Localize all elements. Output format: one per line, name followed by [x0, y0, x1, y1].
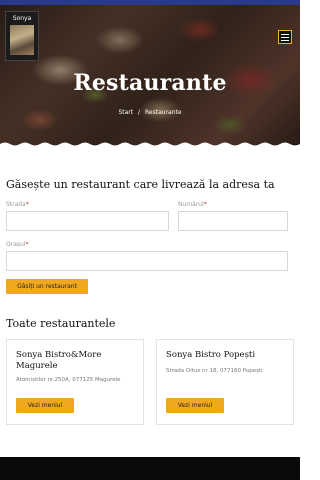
street-input[interactable] — [6, 211, 169, 231]
number-input[interactable] — [178, 211, 288, 231]
logo-text: Sonya — [12, 15, 32, 22]
city-label: Orașul* — [6, 241, 28, 248]
street-label: Strada* — [6, 201, 29, 208]
page-title: Restaurante — [73, 70, 227, 96]
hamburger-icon-line — [281, 36, 289, 38]
restaurant-name: Sonya Bistro&More Magurele — [16, 350, 102, 371]
view-menu-button[interactable]: Vezi meniul — [166, 398, 224, 413]
required-mark: * — [25, 201, 29, 208]
hero-banner: Sonya Restaurante Start / Restaurante — [0, 0, 300, 146]
hamburger-icon-line — [281, 39, 289, 41]
top-accent-bar — [0, 0, 300, 5]
breadcrumb: Start / Restaurante — [0, 109, 300, 116]
number-label: Numărul* — [178, 201, 207, 208]
breadcrumb-separator: / — [138, 109, 141, 116]
number-label-text: Numărul — [178, 201, 204, 208]
breadcrumb-link-start[interactable]: Start — [118, 109, 133, 116]
city-label-text: Orașul — [6, 241, 26, 248]
logo-image — [10, 25, 34, 55]
restaurant-name: Sonya Bistro Popești — [166, 350, 256, 360]
restaurant-card: Sonya Bistro Popești Strada Oituz nr 18,… — [156, 339, 294, 425]
breadcrumb-current: Restaurante — [145, 109, 182, 116]
view-menu-button[interactable]: Vezi meniul — [16, 398, 74, 413]
required-mark: * — [25, 241, 29, 248]
restaurant-address: Strada Oituz nr 18, 077160 Popești — [166, 368, 263, 374]
restaurant-address: Atomiștilor nr.250A, 077125 Magurele — [16, 377, 121, 383]
city-input[interactable] — [6, 251, 288, 271]
hamburger-icon-line — [281, 33, 289, 35]
restaurant-card: Sonya Bistro&More Magurele Atomiștilor n… — [6, 339, 144, 425]
menu-button[interactable] — [278, 30, 292, 44]
footer — [0, 457, 300, 480]
search-heading: Găsește un restaurant care livrează la a… — [6, 178, 275, 191]
required-mark: * — [203, 201, 207, 208]
street-label-text: Strada — [6, 201, 26, 208]
find-restaurant-button[interactable]: Găsiți un restaurant — [6, 279, 88, 294]
restaurants-heading: Toate restaurantele — [6, 317, 116, 330]
hero-wave-divider — [0, 142, 300, 146]
site-logo[interactable]: Sonya — [5, 11, 39, 61]
